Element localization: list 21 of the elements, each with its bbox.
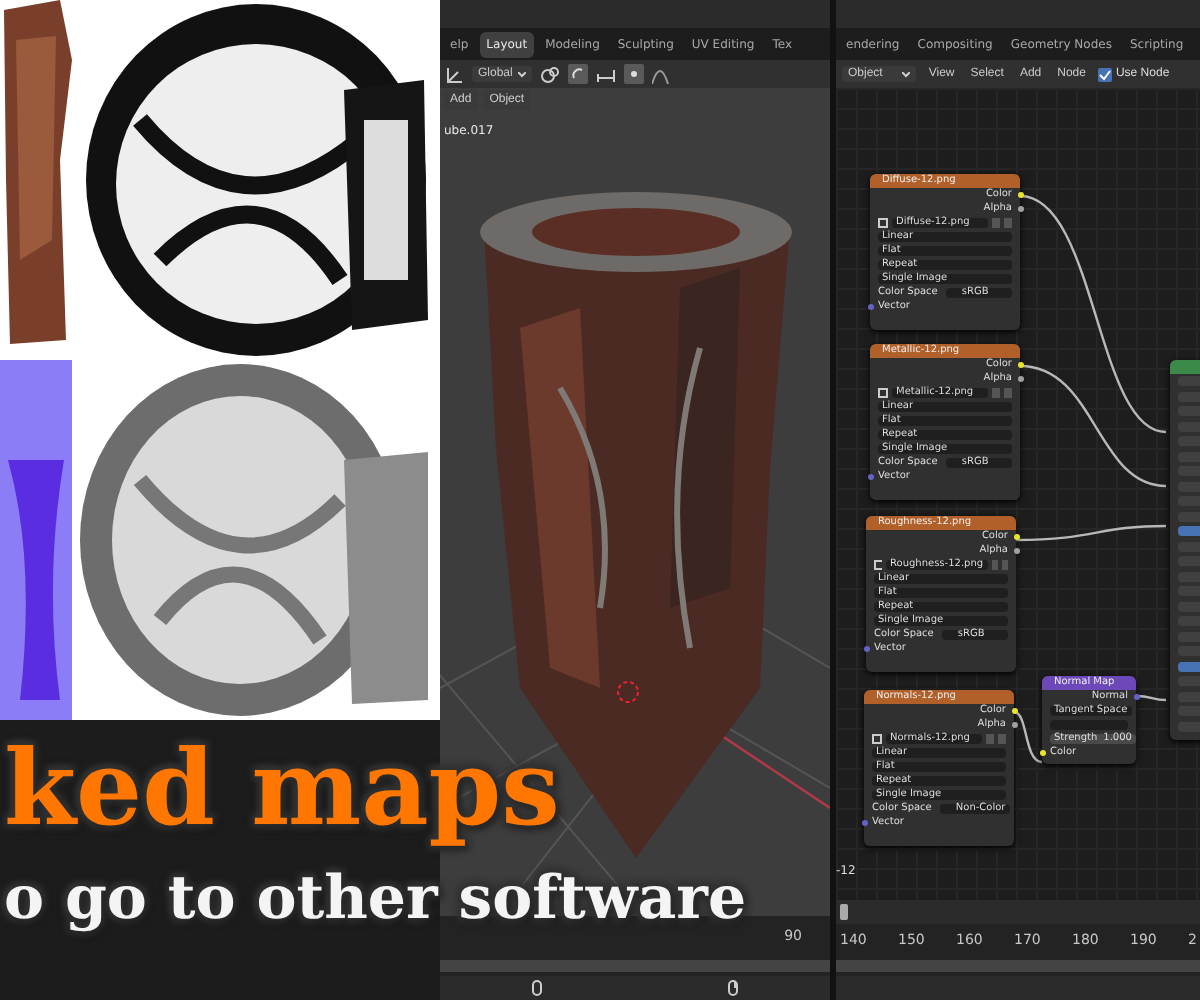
mouse-icon xyxy=(532,980,543,996)
socket[interactable] xyxy=(1017,362,1023,368)
caret-icon[interactable] xyxy=(518,71,527,77)
snap-target-icon[interactable] xyxy=(596,65,617,83)
proportional-edit-icon[interactable] xyxy=(624,64,645,84)
subtitle: o go to other software xyxy=(2,862,747,938)
link-icon[interactable] xyxy=(540,65,561,83)
falloff-icon[interactable] xyxy=(652,65,671,83)
mouse-icon xyxy=(727,980,738,996)
socket[interactable] xyxy=(1011,708,1017,714)
socket[interactable] xyxy=(1013,534,1019,540)
caret-icon[interactable] xyxy=(902,71,911,77)
socket[interactable] xyxy=(1039,750,1045,756)
timeline-scrollbar[interactable] xyxy=(440,960,830,972)
axes-icon[interactable] xyxy=(446,65,464,83)
socket[interactable] xyxy=(1017,192,1023,198)
check-icon xyxy=(1097,67,1112,81)
snap-icon[interactable] xyxy=(568,64,589,84)
headline: ked maps xyxy=(2,726,560,854)
handle-icon[interactable] xyxy=(840,904,848,920)
timeline-scrollbar[interactable] xyxy=(836,960,1200,972)
